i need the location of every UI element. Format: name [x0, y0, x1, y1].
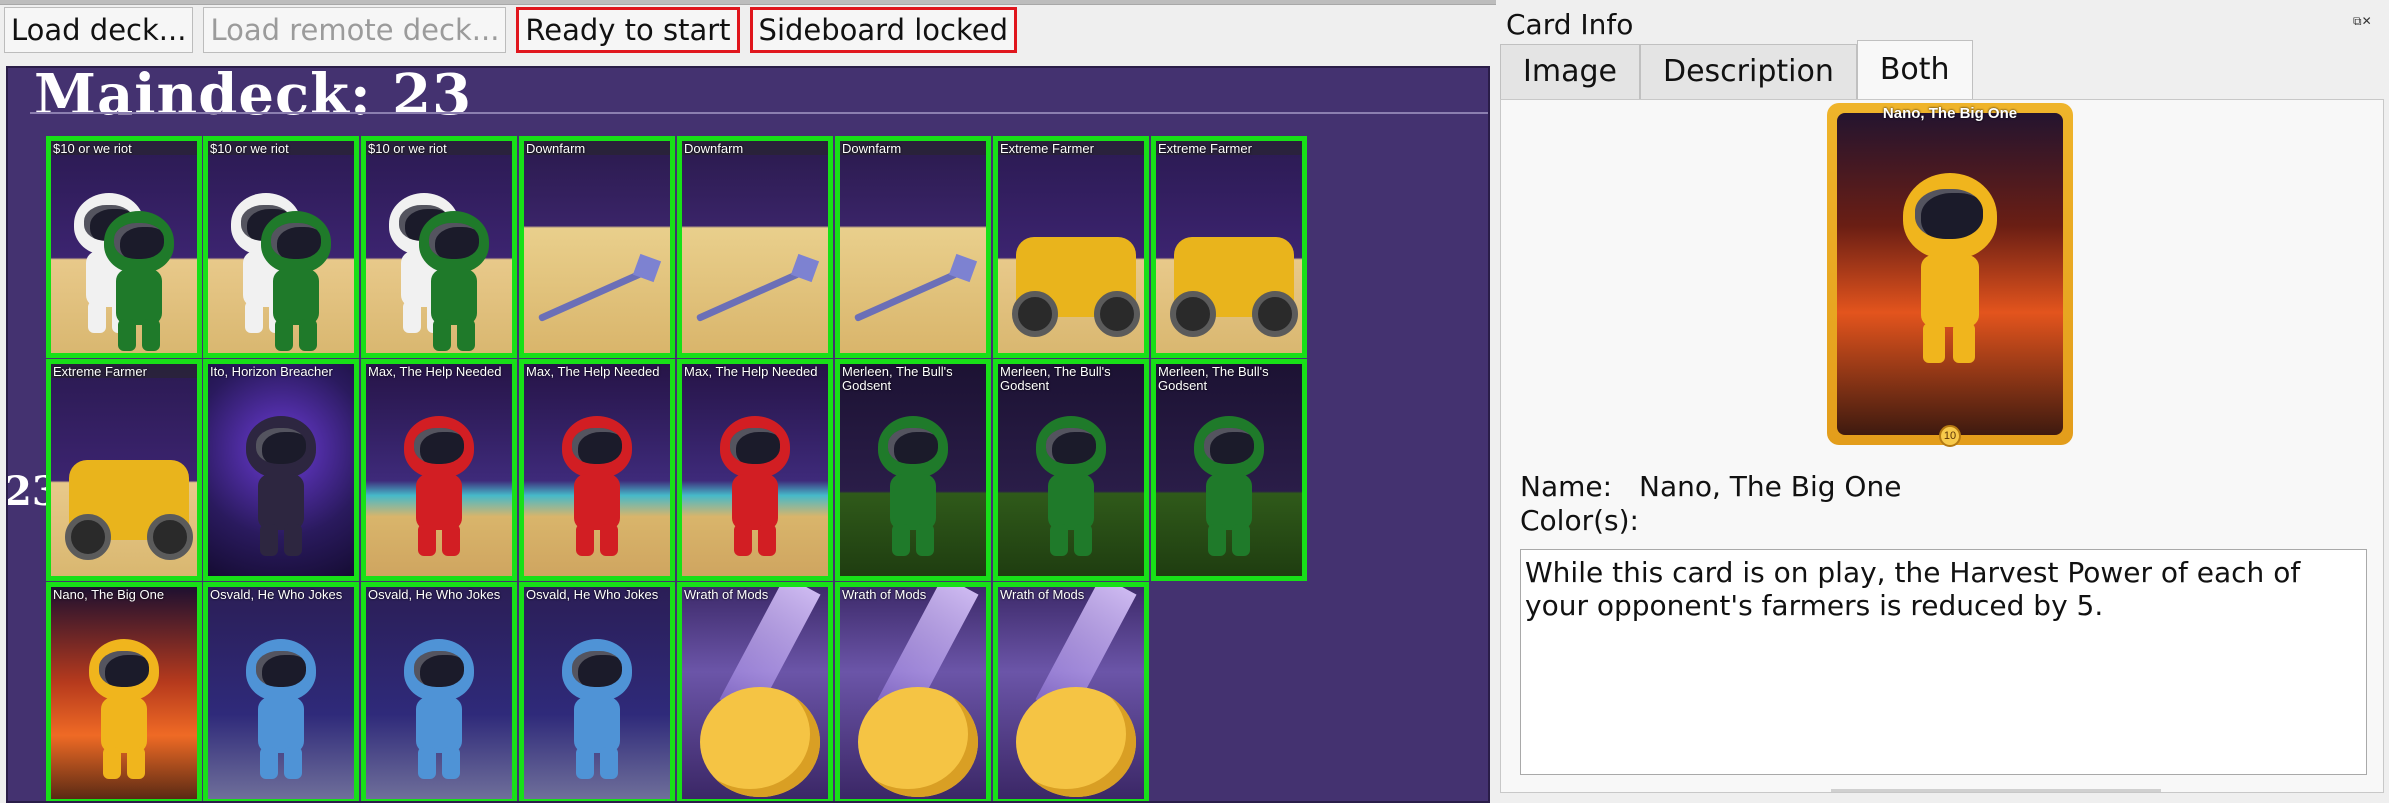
tab-image[interactable]: Image — [1500, 44, 1640, 100]
deck-card[interactable]: $10 or we riot — [46, 136, 202, 358]
card-name: Max, The Help Needed — [526, 365, 660, 379]
card-name: Osvald, He Who Jokes — [368, 588, 501, 602]
deck-card[interactable]: $10 or we riot — [361, 136, 517, 358]
deck-card[interactable]: Extreme Farmer — [1151, 136, 1307, 358]
resize-handle[interactable] — [1831, 789, 2161, 792]
card-name: Osvald, He Who Jokes — [526, 588, 659, 602]
card-name: Merleen, The Bull's Godsent — [1000, 365, 1111, 393]
card-name: Ito, Horizon Breacher — [210, 365, 333, 379]
astronaut-figure — [251, 211, 341, 353]
card-name: Merleen, The Bull's Godsent — [1158, 365, 1269, 393]
deck-card[interactable]: Merleen, The Bull's Godsent — [835, 359, 991, 581]
deck-card[interactable]: Osvald, He Who Jokes — [361, 582, 517, 801]
card-art — [524, 141, 670, 353]
deck-toolbar: Load deck... Load remote deck... Ready t… — [4, 7, 1017, 57]
name-label: Name: — [1520, 470, 1613, 503]
astronaut-figure — [409, 211, 499, 353]
astronaut-figure — [1184, 416, 1274, 566]
app-window: Load deck... Load remote deck... Ready t… — [0, 0, 2389, 803]
name-value: Nano, The Big One — [1639, 470, 1902, 503]
card-name: Merleen, The Bull's Godsent — [842, 365, 953, 393]
astronaut-figure — [552, 639, 642, 789]
astronaut-figure — [236, 416, 326, 566]
deck-card[interactable]: Downfarm — [519, 136, 675, 358]
card-name: Wrath of Mods — [842, 588, 927, 602]
card-info-panel: Card Info ⧉✕ Image Description Both Nano… — [1496, 0, 2389, 803]
card-name: Downfarm — [526, 142, 586, 156]
card-name: $10 or we riot — [210, 142, 289, 156]
card-name: Downfarm — [842, 142, 902, 156]
title-divider — [30, 112, 1488, 114]
card-name: $10 or we riot — [368, 142, 447, 156]
deck-card[interactable]: Nano, The Big One — [46, 582, 202, 801]
astronaut-figure — [94, 211, 184, 353]
card-info-tabs: Image Description Both — [1500, 40, 1973, 100]
deck-card[interactable]: Osvald, He Who Jokes — [519, 582, 675, 801]
tab-content: Nano, The Big One 10 Name: Nano, The Big… — [1500, 99, 2384, 793]
card-preview-image: Nano, The Big One 10 — [1827, 103, 2073, 447]
panel-float-close-icon[interactable]: ⧉✕ — [2353, 14, 2381, 30]
deck-card[interactable]: Ito, Horizon Breacher — [203, 359, 359, 581]
astronaut-figure — [79, 639, 169, 789]
card-name: Extreme Farmer — [1000, 142, 1094, 156]
maindeck-title: Maindeck: 23 — [34, 66, 473, 128]
deck-card[interactable]: Downfarm — [677, 136, 833, 358]
card-name: Wrath of Mods — [1000, 588, 1085, 602]
card-name: $10 or we riot — [53, 142, 132, 156]
sideboard-locked-button[interactable]: Sideboard locked — [749, 7, 1017, 53]
card-name: Downfarm — [684, 142, 744, 156]
deck-card[interactable]: Max, The Help Needed — [361, 359, 517, 581]
moon-graphic — [858, 687, 978, 797]
tab-both[interactable]: Both — [1856, 40, 1973, 100]
card-name: Nano, The Big One — [53, 588, 165, 602]
card-name: Extreme Farmer — [53, 365, 147, 379]
astronaut-figure — [236, 639, 326, 789]
card-name: Max, The Help Needed — [368, 365, 502, 379]
card-preview-name: Nano, The Big One — [1882, 105, 2018, 122]
deck-card[interactable]: Downfarm — [835, 136, 991, 358]
colors-label: Color(s): — [1520, 504, 1639, 537]
card-description-text[interactable]: While this card is on play, the Harvest … — [1520, 549, 2367, 775]
card-art — [682, 141, 828, 353]
load-deck-button[interactable]: Load deck... — [4, 7, 194, 53]
deck-card[interactable]: $10 or we riot — [203, 136, 359, 358]
astronaut-figure — [1895, 173, 2005, 373]
deck-card[interactable]: Extreme Farmer — [46, 359, 202, 581]
ready-to-start-button[interactable]: Ready to start — [516, 7, 740, 53]
deck-card[interactable]: Max, The Help Needed — [677, 359, 833, 581]
card-name: Extreme Farmer — [1158, 142, 1252, 156]
astronaut-figure — [552, 416, 642, 566]
top-divider — [0, 0, 1496, 5]
astronaut-figure — [394, 639, 484, 789]
load-remote-deck-button[interactable]: Load remote deck... — [203, 7, 507, 53]
moon-graphic — [1016, 687, 1136, 797]
card-art — [840, 141, 986, 353]
deck-card[interactable]: Merleen, The Bull's Godsent — [1151, 359, 1307, 581]
astronaut-figure — [710, 416, 800, 566]
astronaut-figure — [1026, 416, 1116, 566]
astronaut-figure — [868, 416, 958, 566]
deck-card[interactable]: Extreme Farmer — [993, 136, 1149, 358]
deck-card[interactable]: Wrath of Mods — [835, 582, 991, 801]
deck-card[interactable]: Osvald, He Who Jokes — [203, 582, 359, 801]
card-info-title: Card Info — [1506, 8, 1634, 41]
card-name: Wrath of Mods — [684, 588, 769, 602]
card-preview-cost: 10 — [1939, 425, 1961, 447]
tab-description[interactable]: Description — [1639, 44, 1857, 100]
astronaut-figure — [394, 416, 484, 566]
card-name: Osvald, He Who Jokes — [210, 588, 343, 602]
card-name: Max, The Help Needed — [684, 365, 818, 379]
moon-graphic — [700, 687, 820, 797]
deck-view[interactable]: Maindeck: 23 23 $10 or we riot $10 or we… — [6, 66, 1490, 803]
deck-card[interactable]: Max, The Help Needed — [519, 359, 675, 581]
deck-card[interactable]: Wrath of Mods — [993, 582, 1149, 801]
deck-card[interactable]: Merleen, The Bull's Godsent — [993, 359, 1149, 581]
deck-card[interactable]: Wrath of Mods — [677, 582, 833, 801]
